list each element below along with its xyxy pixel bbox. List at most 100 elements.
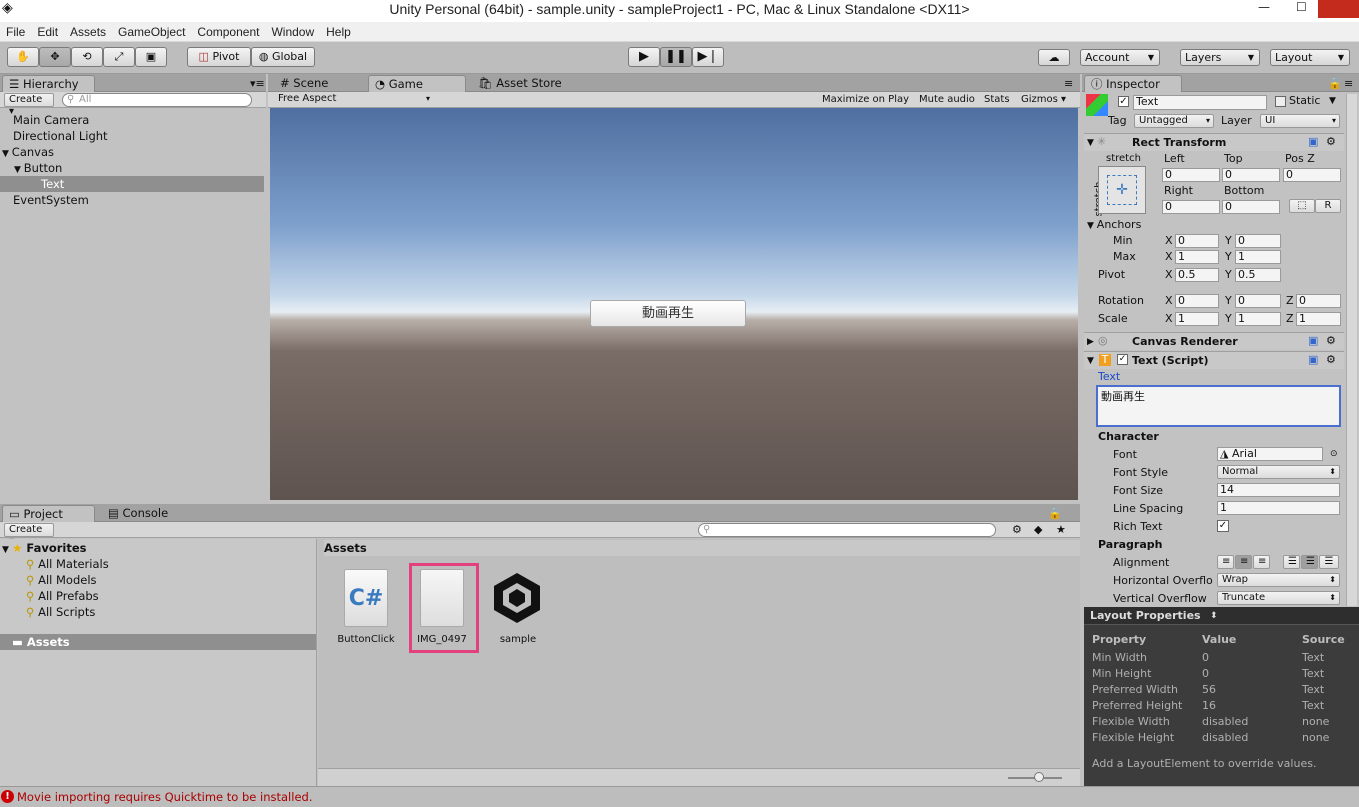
lock-icon[interactable]: 🔒: [1048, 508, 1062, 520]
favorite-star-icon[interactable]: ★: [1056, 524, 1066, 536]
rotate-tool-button[interactable]: ⟲: [71, 47, 103, 67]
filter-label-icon[interactable]: ◆: [1034, 524, 1042, 536]
mute-audio-toggle[interactable]: Mute audio: [919, 93, 975, 107]
fav-all-scripts[interactable]: ⚲ All Scripts: [26, 604, 95, 620]
rotation-z-field[interactable]: 0: [1296, 294, 1341, 308]
hand-tool-button[interactable]: ✋: [7, 47, 39, 67]
anchor-min-x-field[interactable]: 0: [1175, 234, 1219, 248]
panel-menu-icon[interactable]: ▾≡: [250, 78, 265, 90]
stats-toggle[interactable]: Stats: [984, 93, 1010, 107]
game-viewport[interactable]: 動画再生: [270, 108, 1078, 500]
rect-tool-button[interactable]: ▣: [135, 47, 167, 67]
hierarchy-item-eventsystem[interactable]: EventSystem: [13, 192, 89, 208]
menu-file[interactable]: File: [0, 22, 31, 42]
expand-arrow-icon[interactable]: ▼: [1087, 355, 1094, 367]
expand-arrow-icon[interactable]: ▼: [2, 545, 12, 555]
anchors-label[interactable]: ▼ Anchors: [1087, 218, 1141, 233]
hierarchy-item-directional-light[interactable]: Directional Light: [13, 128, 108, 144]
menu-assets[interactable]: Assets: [64, 22, 112, 42]
panel-menu-icon[interactable]: ≡: [1064, 78, 1073, 90]
tab-game[interactable]: ◔ Game: [368, 75, 466, 92]
scale-z-field[interactable]: 1: [1296, 312, 1341, 326]
inspector-scrollbar[interactable]: [1346, 94, 1357, 606]
raw-edit-button[interactable]: R: [1315, 199, 1341, 213]
pause-button[interactable]: ❚❚: [660, 47, 692, 67]
layers-dropdown[interactable]: Layers ▼: [1180, 49, 1260, 66]
status-message[interactable]: Movie importing requires Quicktime to be…: [17, 790, 312, 804]
pivot-x-field[interactable]: 0.5: [1175, 268, 1219, 282]
panel-menu-icon[interactable]: ≡: [1344, 78, 1353, 90]
help-book-icon[interactable]: ▣: [1308, 335, 1318, 347]
expand-arrow-icon[interactable]: ▼: [1087, 137, 1094, 149]
hierarchy-item-text[interactable]: Text: [0, 176, 264, 192]
h-overflow-dropdown[interactable]: Wrap ⬍: [1217, 573, 1340, 587]
align-left-button[interactable]: ≡: [1217, 555, 1234, 569]
v-overflow-dropdown[interactable]: Truncate ⬍: [1217, 591, 1340, 605]
scale-x-field[interactable]: 1: [1175, 312, 1219, 326]
tag-dropdown[interactable]: Untagged ▾: [1134, 114, 1214, 128]
aspect-dropdown[interactable]: Free Aspect ▾: [274, 93, 434, 107]
lock-icon[interactable]: 🔒: [1328, 78, 1342, 90]
fav-all-prefabs[interactable]: ⚲ All Prefabs: [26, 588, 99, 604]
gear-icon[interactable]: ⚙: [1326, 354, 1336, 366]
maximize-on-play-toggle[interactable]: Maximize on Play: [822, 93, 909, 107]
rotation-y-field[interactable]: 0: [1235, 294, 1281, 308]
assets-root-node[interactable]: ▬ Assets: [0, 634, 316, 650]
menu-edit[interactable]: Edit: [31, 22, 64, 42]
play-video-button[interactable]: 動画再生: [590, 300, 746, 327]
rect-transform-header[interactable]: ▼ ✳ Rect Transform ▣ ⚙: [1084, 133, 1344, 151]
gear-icon[interactable]: ⚙: [1326, 136, 1336, 148]
align-center-button[interactable]: ≡: [1235, 555, 1252, 569]
close-button[interactable]: [1318, 0, 1359, 18]
menu-gameobject[interactable]: GameObject: [112, 22, 191, 42]
menu-component[interactable]: Component: [191, 22, 265, 42]
rich-text-checkbox[interactable]: ✓: [1217, 520, 1229, 532]
align-top-button[interactable]: ☰: [1283, 555, 1300, 569]
hierarchy-item-button[interactable]: ▼ Button: [14, 160, 62, 176]
text-script-header[interactable]: ▼ T ✓ Text (Script) ▣ ⚙: [1084, 351, 1344, 369]
align-right-button[interactable]: ≡: [1253, 555, 1270, 569]
help-book-icon[interactable]: ▣: [1308, 354, 1318, 366]
csharp-script-icon[interactable]: C#: [344, 569, 388, 627]
move-tool-button[interactable]: ✥: [39, 47, 71, 67]
account-dropdown[interactable]: Account ▼: [1080, 49, 1160, 66]
text-content-area[interactable]: 動画再生: [1096, 385, 1341, 427]
anchor-preset-button[interactable]: ✛: [1098, 166, 1146, 214]
resize-arrow-icon[interactable]: ⬍: [1210, 609, 1218, 623]
fav-all-models[interactable]: ⚲ All Models: [26, 572, 97, 588]
cloud-button[interactable]: ☁: [1038, 49, 1070, 66]
step-button[interactable]: ▶❘: [692, 47, 724, 67]
gameobject-name-field[interactable]: Text: [1133, 95, 1267, 110]
font-size-field[interactable]: 14: [1217, 483, 1340, 497]
gear-icon[interactable]: ⚙: [1326, 335, 1336, 347]
layer-dropdown[interactable]: UI ▾: [1260, 114, 1340, 128]
line-spacing-field[interactable]: 1: [1217, 501, 1340, 515]
project-search-input[interactable]: ⚲: [698, 523, 996, 537]
tab-asset-store[interactable]: 🛍 Asset Store: [472, 75, 568, 92]
static-checkbox[interactable]: [1275, 96, 1286, 107]
favorites-node[interactable]: ▼ ★ Favorites: [2, 540, 87, 556]
text-enabled-checkbox[interactable]: ✓: [1117, 354, 1128, 365]
static-dropdown-arrow-icon[interactable]: ▼: [1329, 94, 1336, 108]
blueprint-mode-button[interactable]: ⬚: [1289, 199, 1315, 213]
pivot-button[interactable]: ◫ Pivot: [187, 47, 251, 67]
canvas-renderer-header[interactable]: ▶ ◎ Canvas Renderer ▣ ⚙: [1084, 332, 1344, 350]
layout-dropdown[interactable]: Layout ▼: [1270, 49, 1350, 66]
top-field[interactable]: 0: [1222, 168, 1280, 182]
hierarchy-item-canvas[interactable]: ▼ Canvas: [2, 144, 54, 160]
tab-console[interactable]: ▤ Console: [102, 505, 174, 522]
gizmos-dropdown[interactable]: Gizmos ▾: [1021, 93, 1066, 107]
movie-file-icon[interactable]: [420, 569, 464, 627]
align-bottom-button[interactable]: ☰: [1319, 555, 1339, 569]
scale-tool-button[interactable]: ⤢: [103, 47, 135, 67]
rotation-x-field[interactable]: 0: [1175, 294, 1219, 308]
expand-arrow-icon[interactable]: ▼: [14, 165, 24, 175]
menu-help[interactable]: Help: [320, 22, 357, 42]
font-style-dropdown[interactable]: Normal ⬍: [1217, 465, 1340, 479]
filter-type-icon[interactable]: ⚙: [1012, 524, 1022, 536]
minimize-icon[interactable]: —: [1258, 0, 1270, 14]
play-button[interactable]: ▶: [628, 47, 660, 67]
hierarchy-search-input[interactable]: ⚲ All: [62, 93, 252, 107]
bottom-field[interactable]: 0: [1222, 200, 1280, 214]
tab-scene[interactable]: # Scene: [274, 75, 334, 92]
